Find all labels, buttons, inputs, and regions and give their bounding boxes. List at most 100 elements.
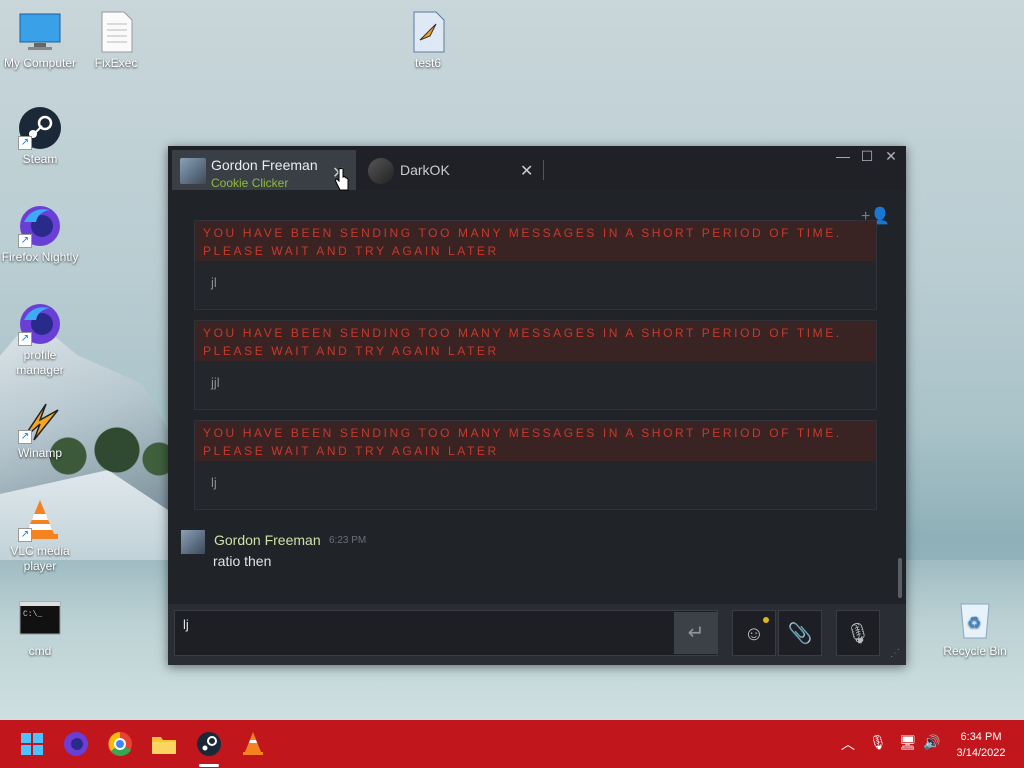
tab-friend-name: DarkOK [400,162,450,178]
desktop-icon-label: My Computer [3,56,77,70]
chat-tab-darkok[interactable]: DarkOK ✕ [360,152,540,190]
desktop-icon-fixexec[interactable]: FixExec [76,10,156,71]
firefox-profile-icon: ↗ [18,302,62,346]
network-icon[interactable]: 🖥 [899,734,917,751]
desktop-icon-recycle-bin[interactable]: ♻ Recycle Bin [935,598,1015,659]
vlc-icon [243,732,263,755]
message-sender-name[interactable]: Gordon Freeman [214,532,321,548]
firefox-icon [64,732,88,756]
voice-button[interactable]: 🎙 [836,610,880,656]
vlc-cone-icon: ↗ [18,498,62,542]
clock-date: 3/14/2022 [956,747,1006,759]
tab-divider [543,160,544,180]
firefox-nightly-icon: ↗ [18,204,62,248]
chrome-icon [108,732,132,756]
tab-game-status: Cookie Clicker [211,176,289,190]
desktop-icon-profile-manager[interactable]: ↗ profile manager [0,302,80,378]
taskbar-firefox[interactable] [60,728,92,760]
taskbar-chrome[interactable] [104,728,136,760]
shortcut-arrow-icon: ↗ [18,332,32,346]
system-clock[interactable]: 6:34 PM 3/14/2022 [946,729,1016,761]
chat-tab-bar: Gordon Freeman Cookie Clicker ✕ DarkOK ✕… [168,146,906,190]
rate-limit-error: YOU HAVE BEEN SENDING TOO MANY MESSAGES … [194,320,877,410]
scrollbar-thumb[interactable] [898,558,902,598]
desktop-icon-label: Firefox Nightly [1,250,79,264]
shortcut-arrow-icon: ↗ [18,430,32,444]
chevron-up-icon[interactable]: ︿ [841,734,855,754]
desktop-icon-test6[interactable]: test6 [388,10,468,71]
close-icon[interactable]: ✕ [520,161,533,181]
desktop-icon-firefox-nightly[interactable]: ↗ Firefox Nightly [0,204,80,265]
shortcut-arrow-icon: ↗ [18,136,32,150]
message-timestamp: 6:23 PM [329,535,367,546]
desktop-icon-cmd[interactable]: C:\_ cmd [0,598,80,659]
document-icon [94,10,138,54]
shortcut-arrow-icon: ↗ [18,528,32,542]
microphone-icon: 🎙 [845,623,871,645]
enter-arrow-icon: ↵ [687,622,705,644]
error-text: YOU HAVE BEEN SENDING TOO MANY MESSAGES … [203,326,842,358]
message-text: ratio then [213,553,272,569]
taskbar: ︿ 🎙 🖥 🔊 6:34 PM 3/14/2022 [0,720,1024,768]
rate-limit-error: YOU HAVE BEEN SENDING TOO MANY MESSAGES … [194,420,877,510]
folder-icon [152,737,176,754]
winamp-file-icon [406,10,450,54]
steam-chat-window: Gordon Freeman Cookie Clicker ✕ DarkOK ✕… [168,146,906,665]
taskbar-steam[interactable] [193,728,225,760]
clock-time: 6:34 PM [960,731,1002,743]
steam-icon [197,732,221,756]
desktop-icon-label: Recycle Bin [943,644,1007,658]
maximize-button[interactable]: ☐ [856,148,878,165]
desktop-icon-label: cmd [28,644,52,658]
attach-button[interactable]: 📎 [778,610,822,656]
recycle-bin-icon: ♻ [953,598,997,642]
shortcut-arrow-icon: ↗ [18,234,32,248]
avatar[interactable] [181,530,205,554]
monitor-icon [18,10,62,54]
terminal-icon: C:\_ [18,598,62,642]
volume-icon[interactable]: 🔊 [923,734,940,751]
avatar [368,158,394,184]
start-button[interactable] [16,728,48,760]
failed-message: jl [211,275,217,290]
chat-history[interactable]: +👤 YOU HAVE BEEN SENDING TOO MANY MESSAG… [168,190,906,604]
error-text: YOU HAVE BEEN SENDING TOO MANY MESSAGES … [203,226,842,258]
resize-grip-icon[interactable]: ⋰ [890,648,900,659]
svg-text:♻: ♻ [967,615,981,632]
error-text: YOU HAVE BEEN SENDING TOO MANY MESSAGES … [203,426,842,458]
smiley-icon: ☺ [743,623,765,645]
desktop-icon-label: FixExec [94,56,138,70]
desktop-icon-steam[interactable]: ↗ Steam [0,106,80,167]
close-window-button[interactable]: ✕ [880,148,902,165]
windows-logo-icon [21,733,43,755]
notification-dot [763,617,769,623]
emoticon-button[interactable]: ☺ [732,610,776,656]
active-app-indicator [199,764,219,767]
desktop-icon-vlc[interactable]: ↗ VLC media player [0,498,80,574]
desktop-icon-winamp[interactable]: ↗ Winamp [0,400,80,461]
desktop-icon-label: Steam [22,152,58,166]
send-button[interactable]: ↵ [674,612,718,654]
chat-tab-gordon-freeman[interactable]: Gordon Freeman Cookie Clicker ✕ [172,150,356,190]
failed-message: lj [211,475,217,490]
paperclip-icon: 📎 [787,623,813,645]
desktop-icon-label: VLC media player [10,544,70,573]
rate-limit-error: YOU HAVE BEEN SENDING TOO MANY MESSAGES … [194,220,877,310]
microphone-tray-icon[interactable]: 🎙 [869,734,887,751]
hand-cursor-icon [335,168,349,191]
avatar [180,158,206,184]
chat-message-input[interactable]: lj [174,610,718,656]
chat-input-bar: lj ↵ ☺ 📎 🎙 ⋰ [168,604,906,665]
failed-message: jjl [211,375,220,390]
minimize-button[interactable]: — [832,148,854,164]
desktop-icon-my-computer[interactable]: My Computer [0,10,80,71]
error-banner: YOU HAVE BEEN SENDING TOO MANY MESSAGES … [195,221,876,261]
taskbar-file-explorer[interactable] [148,728,180,760]
steam-icon: ↗ [18,106,62,150]
error-banner: YOU HAVE BEEN SENDING TOO MANY MESSAGES … [195,321,876,361]
taskbar-vlc[interactable] [237,728,269,760]
svg-text:C:\_: C:\_ [23,610,42,619]
desktop-icon-label: Winamp [17,446,62,460]
tab-friend-name: Gordon Freeman [211,157,318,173]
error-banner: YOU HAVE BEEN SENDING TOO MANY MESSAGES … [195,421,876,461]
